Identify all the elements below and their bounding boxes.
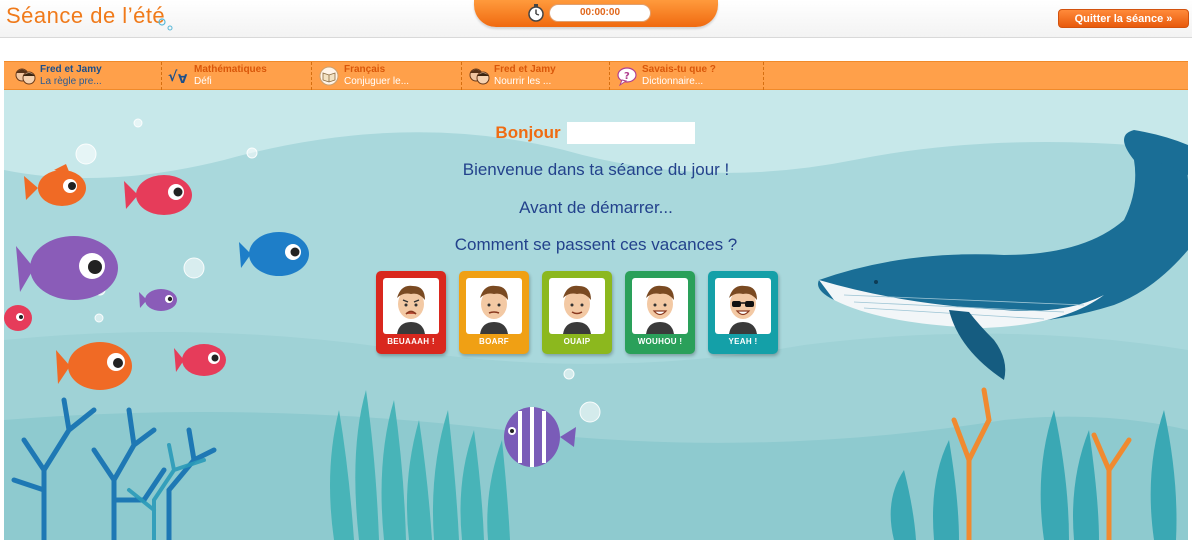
- face-happy-icon: [632, 278, 688, 334]
- activity-title: Fred et Jamy: [40, 64, 102, 75]
- svg-text:√: √: [168, 69, 178, 85]
- activity-title: Savais-tu que ?: [642, 64, 716, 75]
- activity-title: Mathématiques: [194, 64, 267, 75]
- mood-label: YEAH !: [728, 337, 758, 346]
- welcome-panel: Bonjour Bienvenue dans ta séance du jour…: [4, 90, 1188, 540]
- bubbles-icon: [158, 18, 173, 31]
- activity-subtitle: Conjuguer le...: [344, 76, 410, 87]
- mood-selector: BEUAAAH ! BOARF OUAIP WOUHOU ! YEAH !: [376, 271, 796, 355]
- mood-button-boarf[interactable]: BOARF: [459, 271, 529, 354]
- greeting-line: Bonjour: [4, 122, 1188, 144]
- activity-bar: Fred et Jamy La règle pre... √ ∀ Mathéma…: [4, 61, 1188, 90]
- mood-label: WOUHOU !: [637, 337, 683, 346]
- activity-subtitle: Défi: [194, 76, 212, 87]
- mood-button-beuaaah[interactable]: BEUAAAH !: [376, 271, 446, 354]
- svg-text:?: ?: [624, 71, 630, 82]
- timer-panel: 00:00:00: [474, 0, 718, 27]
- mood-label: OUAIP: [563, 337, 591, 346]
- activity-item-2[interactable]: √ ∀ Mathématiques Défi: [162, 62, 312, 90]
- activity-subtitle: Nourrir les ...: [494, 76, 552, 87]
- face-sad-icon: [383, 278, 439, 334]
- page-title: Séance de l’été: [6, 3, 166, 28]
- stopwatch-icon: [528, 4, 544, 22]
- underwater-scene: Bonjour Bienvenue dans ta séance du jour…: [4, 90, 1188, 540]
- greeting-label: Bonjour: [495, 123, 561, 142]
- user-name-box: [566, 122, 695, 144]
- timer-display: 00:00:00: [549, 4, 651, 22]
- mood-label: BOARF: [479, 337, 509, 346]
- face-ok-icon: [549, 278, 605, 334]
- mood-button-yeah[interactable]: YEAH !: [708, 271, 778, 354]
- fred-jamy-icon: [15, 68, 36, 85]
- mood-label: BEUAAAH !: [387, 337, 435, 346]
- activity-subtitle: La règle pre...: [40, 76, 102, 87]
- face-meh-icon: [466, 278, 522, 334]
- activity-title: Fred et Jamy: [494, 64, 556, 75]
- activity-item-3[interactable]: Français Conjuguer le...: [312, 62, 462, 90]
- top-header: Séance de l’été 00:00:00 Quitter la séan…: [0, 0, 1192, 38]
- activity-title: Français: [344, 64, 386, 75]
- quit-session-button[interactable]: Quitter la séance »: [1058, 9, 1189, 28]
- mood-question: Comment se passent ces vacances ?: [454, 235, 738, 254]
- before-start-text: Avant de démarrer...: [519, 198, 673, 217]
- activity-subtitle: Dictionnaire...: [642, 76, 704, 87]
- fred-jamy-icon: [469, 68, 490, 85]
- face-cool-sunglasses-icon: [715, 278, 771, 334]
- activity-item-4[interactable]: Fred et Jamy Nourrir les ...: [462, 62, 610, 90]
- activity-item-1[interactable]: Fred et Jamy La règle pre...: [8, 62, 162, 90]
- welcome-message: Bienvenue dans ta séance du jour !: [462, 160, 730, 179]
- app-window: Séance de l’été 00:00:00 Quitter la séan…: [0, 0, 1192, 543]
- svg-text:∀: ∀: [178, 72, 188, 86]
- book-icon: [319, 66, 339, 86]
- activity-item-5[interactable]: ? Savais-tu que ? Dictionnaire...: [610, 62, 764, 90]
- question-bubble-icon: ?: [617, 67, 637, 87]
- mood-button-wouhou[interactable]: WOUHOU !: [625, 271, 695, 354]
- math-icon: √ ∀: [168, 69, 188, 86]
- mood-button-ouaip[interactable]: OUAIP: [542, 271, 612, 354]
